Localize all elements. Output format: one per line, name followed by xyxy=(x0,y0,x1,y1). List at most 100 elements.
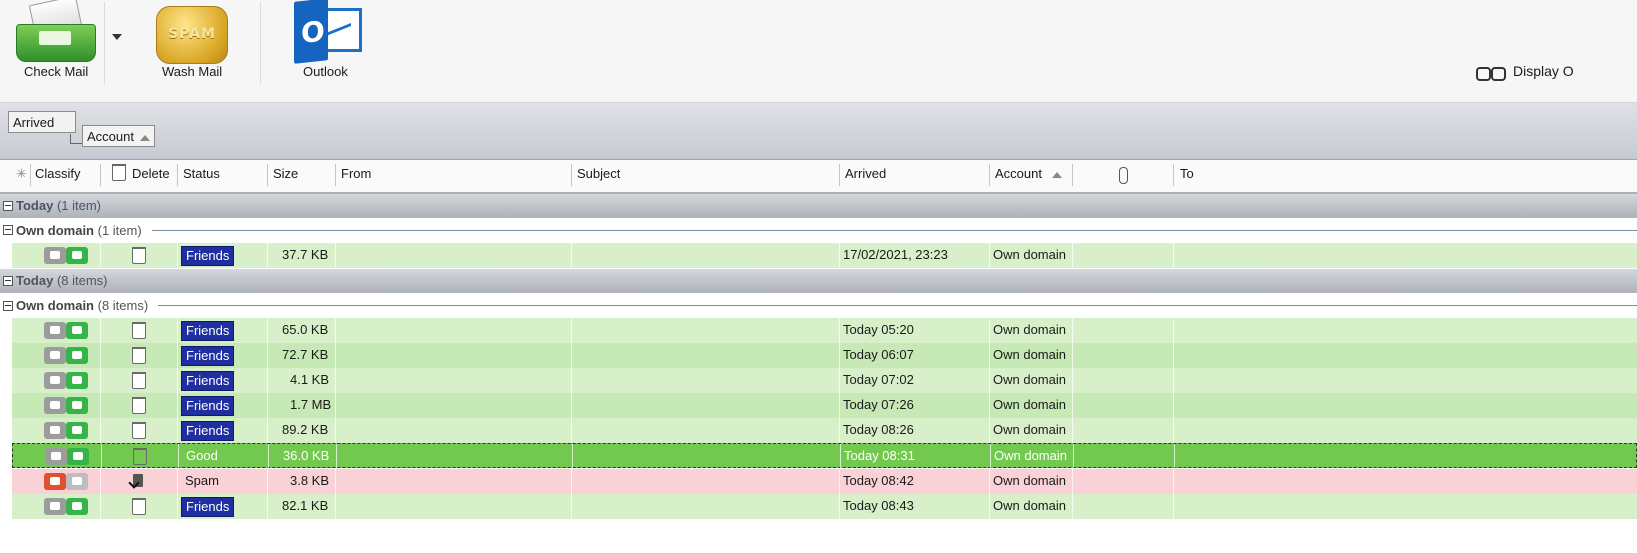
table-row[interactable]: Friends 89.2 KB Today 08:26 Own domain xyxy=(0,418,1637,443)
thumbs-vote-icon[interactable] xyxy=(44,473,88,490)
day-group-count: (1 item) xyxy=(56,198,102,213)
domain-group-label: Own domain xyxy=(16,298,94,313)
thumbs-vote-icon[interactable] xyxy=(44,322,88,339)
table-row[interactable]: Friends 1.7 MB Today 07:26 Own domain xyxy=(0,393,1637,418)
thumbs-vote-icon[interactable] xyxy=(44,372,88,389)
group-chip-account[interactable]: Account xyxy=(82,125,155,147)
group-chip-arrived[interactable]: Arrived xyxy=(8,111,76,133)
arrived-cell: Today 05:20 xyxy=(843,322,914,337)
sort-ascending-icon xyxy=(1051,171,1062,178)
column-classify[interactable]: Classify xyxy=(35,160,81,192)
thumbs-vote-icon[interactable] xyxy=(44,397,88,414)
account-cell: Own domain xyxy=(993,473,1066,488)
thumbs-vote-icon[interactable] xyxy=(45,448,89,465)
column-select-all-icon[interactable]: ✳ xyxy=(16,160,27,192)
trash-icon[interactable] xyxy=(132,372,146,389)
account-cell: Own domain xyxy=(993,498,1066,513)
size-cell: 37.7 KB xyxy=(282,247,329,262)
column-delete[interactable]: Delete xyxy=(112,160,170,192)
outlook-button[interactable]: O Outlook xyxy=(290,0,370,86)
status-badge: Friends xyxy=(181,346,235,366)
thumbs-vote-icon[interactable] xyxy=(44,422,88,439)
column-arrived[interactable]: Arrived xyxy=(845,160,886,192)
column-account-label: Account xyxy=(995,166,1042,181)
arrived-cell: Today 07:26 xyxy=(843,397,914,412)
column-to[interactable]: To xyxy=(1180,160,1194,192)
arrived-cell: Today 08:43 xyxy=(843,498,914,513)
day-group-label: Today xyxy=(16,198,54,213)
inbox-tray-icon xyxy=(16,0,96,62)
column-status[interactable]: Status xyxy=(183,160,220,192)
day-group-header[interactable]: Today (8 items) xyxy=(0,269,1637,294)
trash-icon[interactable] xyxy=(132,347,146,364)
day-group-count: (8 items) xyxy=(56,273,108,288)
status-badge: Friends xyxy=(181,497,235,517)
size-cell: 36.0 KB xyxy=(283,448,330,463)
size-cell: 89.2 KB xyxy=(282,422,329,437)
group-by-bar: Arrived Account xyxy=(0,103,1637,160)
status-badge: Friends xyxy=(181,246,235,266)
display-options-label: Display O xyxy=(1513,63,1574,79)
thumbs-vote-icon[interactable] xyxy=(44,498,88,515)
account-cell: Own domain xyxy=(993,397,1066,412)
table-row[interactable]: Friends 37.7 KB 17/02/2021, 23:23 Own do… xyxy=(0,243,1637,268)
domain-group-count: (8 items) xyxy=(97,298,149,313)
trash-icon[interactable] xyxy=(132,322,146,339)
domain-group-header[interactable]: Own domain (1 item) xyxy=(0,218,1637,243)
status-badge: Friends xyxy=(181,321,235,341)
table-row-selected[interactable]: Good 36.0 KB Today 08:31 Own domain xyxy=(12,443,1637,469)
check-mail-button[interactable]: Check Mail xyxy=(10,0,102,86)
column-from[interactable]: From xyxy=(341,160,371,192)
column-size[interactable]: Size xyxy=(273,160,298,192)
arrived-cell: Today 08:26 xyxy=(843,422,914,437)
check-mail-label: Check Mail xyxy=(24,64,89,79)
check-mail-dropdown-icon[interactable] xyxy=(112,34,122,40)
trash-icon[interactable] xyxy=(132,498,146,515)
status-text: Good xyxy=(186,448,218,463)
trash-icon[interactable] xyxy=(132,247,146,264)
column-subject[interactable]: Subject xyxy=(577,160,620,192)
status-badge: Friends xyxy=(181,421,235,441)
collapse-icon[interactable] xyxy=(3,301,13,311)
size-cell: 82.1 KB xyxy=(282,498,329,513)
trash-icon[interactable] xyxy=(133,448,147,465)
size-cell: 1.7 MB xyxy=(290,397,332,412)
outlook-label: Outlook xyxy=(303,64,348,79)
domain-group-header[interactable]: Own domain (8 items) xyxy=(0,293,1637,318)
account-cell: Own domain xyxy=(993,372,1066,387)
glasses-icon xyxy=(1476,67,1506,81)
table-row[interactable]: Friends 72.7 KB Today 06:07 Own domain xyxy=(0,343,1637,368)
table-row[interactable]: Spam 3.8 KB Today 08:42 Own domain xyxy=(0,469,1637,494)
column-attachment[interactable] xyxy=(1118,160,1132,192)
table-row[interactable]: Friends 82.1 KB Today 08:43 Own domain xyxy=(0,494,1637,519)
trash-icon[interactable] xyxy=(132,397,146,414)
account-cell: Own domain xyxy=(994,448,1067,463)
group-chip-arrived-label: Arrived xyxy=(13,115,55,130)
status-text: Spam xyxy=(185,473,219,488)
column-delete-label: Delete xyxy=(132,166,170,181)
display-options-button[interactable]: Display O xyxy=(1476,63,1637,83)
size-cell: 4.1 KB xyxy=(290,372,330,387)
arrived-cell: Today 08:31 xyxy=(844,448,915,463)
restore-from-trash-icon[interactable] xyxy=(130,473,146,489)
collapse-icon[interactable] xyxy=(3,276,13,286)
status-badge: Friends xyxy=(181,396,235,416)
thumbs-vote-icon[interactable] xyxy=(44,247,88,264)
table-row[interactable]: Friends 65.0 KB Today 05:20 Own domain xyxy=(0,318,1637,343)
arrived-cell: Today 07:02 xyxy=(843,372,914,387)
column-account[interactable]: Account xyxy=(995,160,1062,192)
trash-icon[interactable] xyxy=(132,422,146,439)
wash-mail-button[interactable]: SPAM Wash Mail xyxy=(150,0,234,86)
account-cell: Own domain xyxy=(993,247,1066,262)
account-cell: Own domain xyxy=(993,322,1066,337)
account-cell: Own domain xyxy=(993,347,1066,362)
collapse-icon[interactable] xyxy=(3,201,13,211)
table-row[interactable]: Friends 4.1 KB Today 07:02 Own domain xyxy=(0,368,1637,393)
thumbs-vote-icon[interactable] xyxy=(44,347,88,364)
paperclip-icon xyxy=(1119,167,1128,184)
arrived-cell: Today 06:07 xyxy=(843,347,914,362)
trash-icon xyxy=(112,164,126,181)
day-group-header[interactable]: Today (1 item) xyxy=(0,194,1637,219)
collapse-icon[interactable] xyxy=(3,225,13,235)
arrived-cell: 17/02/2021, 23:23 xyxy=(843,247,948,262)
